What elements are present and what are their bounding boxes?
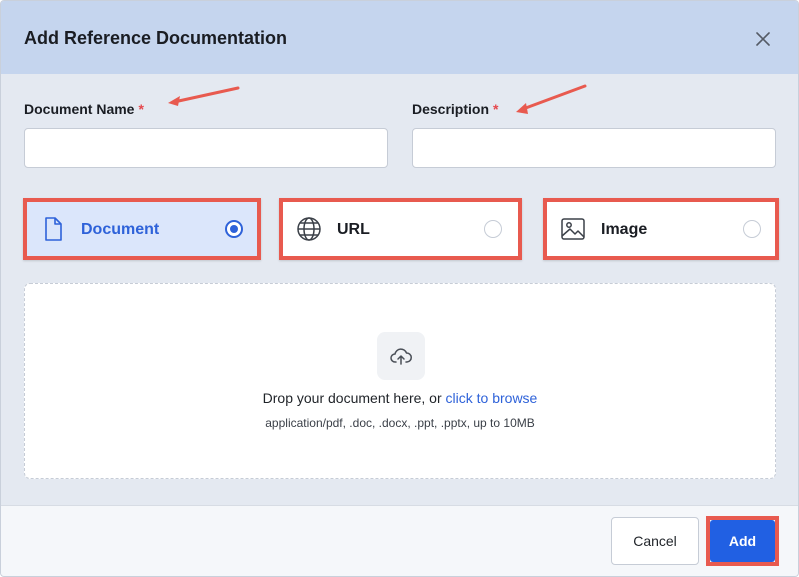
add-button-highlight: Add xyxy=(706,516,779,566)
dialog-title: Add Reference Documentation xyxy=(24,28,288,48)
dialog-header: Add Reference Documentation xyxy=(1,1,798,74)
cloud-upload-icon xyxy=(390,348,412,365)
source-option-label: Document xyxy=(81,221,160,238)
document-name-label: Document Name * xyxy=(24,101,144,117)
required-mark: * xyxy=(493,101,499,117)
globe-icon xyxy=(297,217,321,241)
cancel-button[interactable]: Cancel xyxy=(611,517,699,565)
document-name-input[interactable] xyxy=(24,128,388,168)
add-button[interactable]: Add xyxy=(710,520,775,562)
description-input[interactable] xyxy=(412,128,776,168)
dropzone-prompt: Drop your document here, or click to bro… xyxy=(25,390,775,406)
source-option-image[interactable]: Image xyxy=(543,198,779,260)
file-dropzone[interactable]: Drop your document here, or click to bro… xyxy=(24,283,776,479)
upload-icon-box xyxy=(377,332,425,380)
document-name-label-text: Document Name xyxy=(24,101,135,117)
description-label: Description * xyxy=(412,101,498,117)
browse-link[interactable]: click to browse xyxy=(446,390,538,406)
dropzone-prompt-text: Drop your document here, or xyxy=(262,390,442,406)
image-icon xyxy=(561,218,585,240)
dialog-footer: Cancel Add xyxy=(1,505,798,576)
document-icon xyxy=(45,217,62,241)
annotation-arrow xyxy=(168,86,240,106)
file-type-hint: application/pdf, .doc, .docx, .ppt, .ppt… xyxy=(265,416,535,430)
source-option-url[interactable]: URL xyxy=(279,198,522,260)
close-icon[interactable] xyxy=(751,27,775,51)
source-option-document[interactable]: Document xyxy=(23,198,261,260)
radio-selected[interactable] xyxy=(225,220,243,238)
source-option-label: Image xyxy=(601,221,648,238)
source-option-label: URL xyxy=(337,221,370,238)
radio-unselected[interactable] xyxy=(743,220,761,238)
description-label-text: Description xyxy=(412,101,490,117)
radio-unselected[interactable] xyxy=(484,220,502,238)
annotation-arrow xyxy=(516,84,587,114)
add-reference-dialog: Add Reference Documentation Document Nam… xyxy=(0,0,799,577)
required-mark: * xyxy=(138,101,144,117)
